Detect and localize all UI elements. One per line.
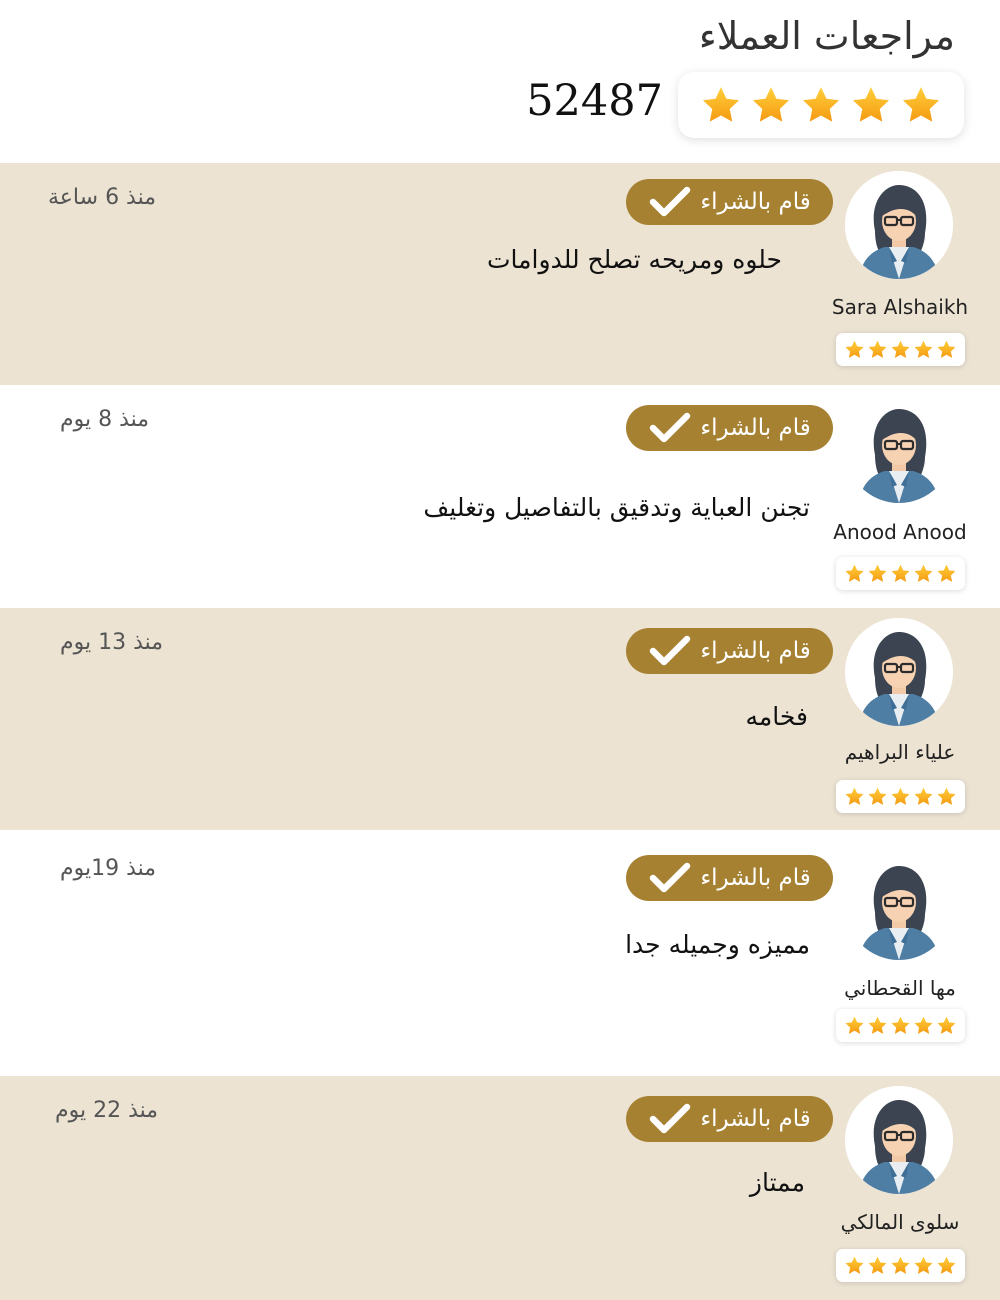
star-icon (890, 1255, 911, 1276)
review-rating-stars (836, 557, 965, 590)
review-count: 52487 (526, 76, 663, 126)
review-rating-stars (836, 1249, 965, 1282)
reviews-header: مراجعات العملاء 52487 (0, 0, 1000, 163)
star-icon (844, 1015, 865, 1036)
check-icon (648, 860, 692, 896)
review-text: تجنن العباية وتدقيق بالتفاصيل وتغليف (423, 493, 810, 522)
star-icon (936, 563, 957, 584)
star-icon (844, 339, 865, 360)
female-user-avatar (845, 618, 953, 726)
overall-rating-stars (678, 72, 964, 138)
badge-label: قام بالشراء (700, 638, 811, 664)
check-icon (648, 184, 692, 220)
reviewer-name: Anood Anood (833, 520, 967, 544)
reviewer-name: مها القحطاني (844, 976, 956, 1000)
review-text: حلوه ومريحه تصلح للدوامات (487, 245, 782, 274)
star-icon (750, 84, 792, 126)
review-text: فخامه (745, 702, 809, 731)
star-icon (913, 339, 934, 360)
verified-purchase-badge: قام بالشراء (626, 179, 833, 225)
review-time: منذ 13 يوم (60, 630, 164, 655)
star-icon (936, 786, 957, 807)
review-time: منذ 6 ساعة (48, 185, 157, 210)
review-item: سلوى المالكي قام بالشراء ممتاز منذ 22 يو… (0, 1076, 1000, 1300)
star-icon (913, 563, 934, 584)
female-user-avatar (845, 171, 953, 279)
star-icon (844, 1255, 865, 1276)
review-rating-stars (836, 1009, 965, 1042)
badge-label: قام بالشراء (700, 415, 811, 441)
star-icon (890, 563, 911, 584)
star-icon (936, 339, 957, 360)
star-icon (867, 1255, 888, 1276)
star-icon (867, 786, 888, 807)
reviewer-name: سلوى المالكي (840, 1210, 960, 1234)
check-icon (648, 1101, 692, 1137)
verified-purchase-badge: قام بالشراء (626, 855, 833, 901)
star-icon (867, 563, 888, 584)
review-rating-stars (836, 780, 965, 813)
reviewer-name: علياء البراهيم (844, 740, 956, 764)
review-item: علياء البراهيم قام بالشراء فخامه منذ 13 … (0, 608, 1000, 830)
star-icon (844, 786, 865, 807)
review-item: Sara Alshaikh قام بالشراء حلوه ومريحه تص… (0, 163, 1000, 385)
star-icon (936, 1015, 957, 1036)
female-user-avatar (845, 395, 953, 503)
review-item: Anood Anood قام بالشراء تجنن العباية وتد… (0, 385, 1000, 608)
star-icon (850, 84, 892, 126)
verified-purchase-badge: قام بالشراء (626, 628, 833, 674)
female-user-avatar (845, 852, 953, 960)
verified-purchase-badge: قام بالشراء (626, 405, 833, 451)
review-text: مميزه وجميله جدا (625, 930, 810, 959)
badge-label: قام بالشراء (700, 865, 811, 891)
star-icon (913, 786, 934, 807)
review-text: ممتاز (749, 1168, 805, 1197)
badge-label: قام بالشراء (700, 189, 811, 215)
star-icon (867, 339, 888, 360)
review-time: منذ 8 يوم (60, 407, 150, 432)
star-icon (844, 563, 865, 584)
review-item: مها القحطاني قام بالشراء مميزه وجميله جد… (0, 830, 1000, 1076)
review-rating-stars (836, 333, 965, 366)
star-icon (913, 1255, 934, 1276)
star-icon (800, 84, 842, 126)
star-icon (900, 84, 942, 126)
star-icon (936, 1255, 957, 1276)
star-icon (890, 339, 911, 360)
star-icon (913, 1015, 934, 1036)
star-icon (700, 84, 742, 126)
verified-purchase-badge: قام بالشراء (626, 1096, 833, 1142)
star-icon (890, 786, 911, 807)
check-icon (648, 410, 692, 446)
star-icon (890, 1015, 911, 1036)
check-icon (648, 633, 692, 669)
page-title: مراجعات العملاء (698, 14, 955, 58)
badge-label: قام بالشراء (700, 1106, 811, 1132)
review-time: منذ 19يوم (60, 856, 157, 881)
female-user-avatar (845, 1086, 953, 1194)
review-time: منذ 22 يوم (55, 1098, 159, 1123)
reviewer-name: Sara Alshaikh (831, 295, 969, 319)
star-icon (867, 1015, 888, 1036)
